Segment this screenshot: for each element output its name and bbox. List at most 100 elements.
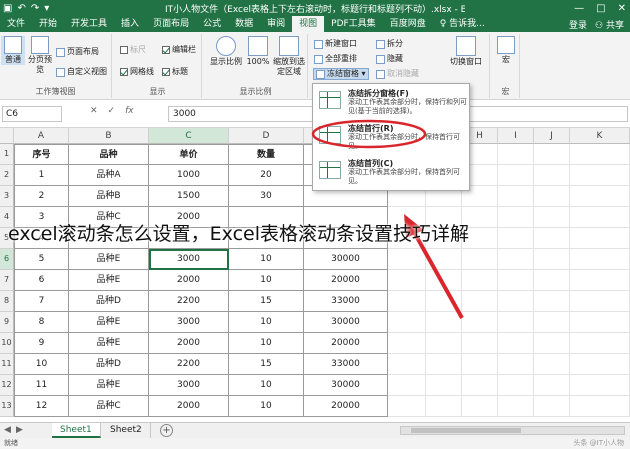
table-cell[interactable]: 2000 xyxy=(149,270,229,291)
freeze-panes-button[interactable]: 冻结窗格 ▾ xyxy=(313,68,369,80)
empty-cell[interactable] xyxy=(462,333,498,354)
empty-cell[interactable] xyxy=(498,207,534,228)
minimize-button[interactable]: — xyxy=(574,3,584,14)
share-button[interactable]: ⚇ 共享 xyxy=(595,18,624,31)
cancel-icon[interactable]: ✕ xyxy=(90,106,98,116)
unhide-button[interactable]: 取消隐藏 xyxy=(376,68,419,80)
table-cell[interactable]: 33000 xyxy=(304,291,388,312)
table-cell[interactable]: 品种E xyxy=(69,249,149,270)
table-cell[interactable]: 15 xyxy=(229,291,304,312)
table-cell[interactable]: 10 xyxy=(229,375,304,396)
arrange-all-button[interactable]: 全部重排 xyxy=(314,53,357,65)
row-header-8[interactable]: 8 xyxy=(0,291,14,312)
empty-cell[interactable] xyxy=(498,354,534,375)
sheet-tab-Sheet1[interactable]: Sheet1 xyxy=(52,423,101,438)
formula-bar-checkbox[interactable]: 编辑栏 xyxy=(162,44,196,56)
empty-cell[interactable] xyxy=(570,228,630,249)
empty-cell[interactable] xyxy=(570,165,630,186)
row-header-12[interactable]: 12 xyxy=(0,375,14,396)
maximize-button[interactable]: □ xyxy=(596,3,605,14)
tab-5[interactable]: 公式 xyxy=(196,16,228,32)
empty-cell[interactable] xyxy=(462,270,498,291)
row-header-3[interactable]: 3 xyxy=(0,186,14,207)
table-cell[interactable]: 20 xyxy=(229,165,304,186)
empty-cell[interactable] xyxy=(534,207,570,228)
empty-cell[interactable] xyxy=(426,333,462,354)
table-cell[interactable]: 品种A xyxy=(69,165,149,186)
sheet-next-icon[interactable]: ▶ xyxy=(16,425,23,435)
undo-icon[interactable]: ↶ xyxy=(17,3,25,14)
table-cell[interactable]: 1000 xyxy=(149,165,229,186)
table-cell[interactable]: 品种D xyxy=(69,291,149,312)
table-cell[interactable]: 10 xyxy=(229,312,304,333)
table-cell[interactable]: 品种D xyxy=(69,354,149,375)
table-cell[interactable]: 3000 xyxy=(149,312,229,333)
table-cell[interactable]: 品种E xyxy=(69,333,149,354)
table-cell[interactable]: 2000 xyxy=(149,396,229,417)
table-cell[interactable]: 10 xyxy=(229,396,304,417)
table-cell[interactable]: 品种E xyxy=(69,375,149,396)
normal-view-button[interactable]: 普通 xyxy=(1,36,25,65)
table-cell[interactable]: 20000 xyxy=(304,270,388,291)
column-header-D[interactable]: D xyxy=(229,128,304,144)
empty-cell[interactable] xyxy=(570,270,630,291)
empty-cell[interactable] xyxy=(498,228,534,249)
empty-cell[interactable] xyxy=(498,165,534,186)
column-header-B[interactable]: B xyxy=(69,128,149,144)
empty-cell[interactable] xyxy=(426,249,462,270)
table-header-cell[interactable]: 单价 xyxy=(149,144,229,165)
table-cell[interactable]: 8 xyxy=(14,312,69,333)
horizontal-scrollbar[interactable] xyxy=(400,426,625,435)
empty-cell[interactable] xyxy=(534,333,570,354)
table-cell[interactable]: 品种B xyxy=(69,186,149,207)
horizontal-scroll-thumb[interactable] xyxy=(411,428,521,433)
close-button[interactable]: ✕ xyxy=(618,3,626,14)
tab-6[interactable]: 数据 xyxy=(228,16,260,32)
column-header-J[interactable]: J xyxy=(534,128,570,144)
tab-2[interactable]: 开发工具 xyxy=(64,16,114,32)
table-header-cell[interactable]: 品种 xyxy=(69,144,149,165)
select-all-corner[interactable] xyxy=(0,128,14,144)
table-cell[interactable]: 30 xyxy=(229,186,304,207)
tab-3[interactable]: 插入 xyxy=(114,16,146,32)
tab-9[interactable]: PDF工具集 xyxy=(324,16,383,32)
empty-cell[interactable] xyxy=(570,312,630,333)
row-header-2[interactable]: 2 xyxy=(0,165,14,186)
tab-7[interactable]: 审阅 xyxy=(260,16,292,32)
empty-cell[interactable] xyxy=(534,270,570,291)
row-header-7[interactable]: 7 xyxy=(0,270,14,291)
table-cell[interactable]: 2 xyxy=(14,186,69,207)
empty-cell[interactable] xyxy=(534,249,570,270)
table-cell[interactable]: 20000 xyxy=(304,396,388,417)
tab-4[interactable]: 页面布局 xyxy=(146,16,196,32)
empty-cell[interactable] xyxy=(498,291,534,312)
table-cell[interactable]: 6 xyxy=(14,270,69,291)
table-cell[interactable]: 5 xyxy=(14,249,69,270)
freeze-menu-item-0[interactable]: 冻结拆分窗格(F) 滚动工作表其余部分时，保持行和列可见(基于当前的选择)。 xyxy=(313,85,469,120)
table-cell[interactable]: 33000 xyxy=(304,354,388,375)
new-window-button[interactable]: 新建窗口 xyxy=(314,38,357,50)
zoom-100-button[interactable]: 100% xyxy=(246,36,270,67)
row-header-6[interactable]: 6 xyxy=(0,249,14,270)
table-cell[interactable]: 2000 xyxy=(149,333,229,354)
enter-icon[interactable]: ✓ xyxy=(108,106,116,116)
zoom-to-selection-button[interactable]: 缩放到选定区域 xyxy=(272,36,306,77)
save-icon[interactable]: ▣ xyxy=(3,3,12,14)
tell-me-search[interactable]: ♀ 告诉我... xyxy=(433,16,492,32)
empty-cell[interactable] xyxy=(426,270,462,291)
row-header-9[interactable]: 9 xyxy=(0,312,14,333)
table-cell[interactable]: 11 xyxy=(14,375,69,396)
tab-1[interactable]: 开始 xyxy=(32,16,64,32)
table-cell[interactable]: 30000 xyxy=(304,249,388,270)
empty-cell[interactable] xyxy=(388,249,426,270)
row-header-10[interactable]: 10 xyxy=(0,333,14,354)
table-cell[interactable]: 12 xyxy=(14,396,69,417)
column-header-I[interactable]: I xyxy=(498,128,534,144)
empty-cell[interactable] xyxy=(498,144,534,165)
table-cell[interactable]: 10 xyxy=(14,354,69,375)
empty-cell[interactable] xyxy=(426,375,462,396)
row-header-11[interactable]: 11 xyxy=(0,354,14,375)
table-cell[interactable]: 9 xyxy=(14,333,69,354)
gridlines-checkbox[interactable]: 网格线 xyxy=(120,66,154,78)
empty-cell[interactable] xyxy=(570,333,630,354)
